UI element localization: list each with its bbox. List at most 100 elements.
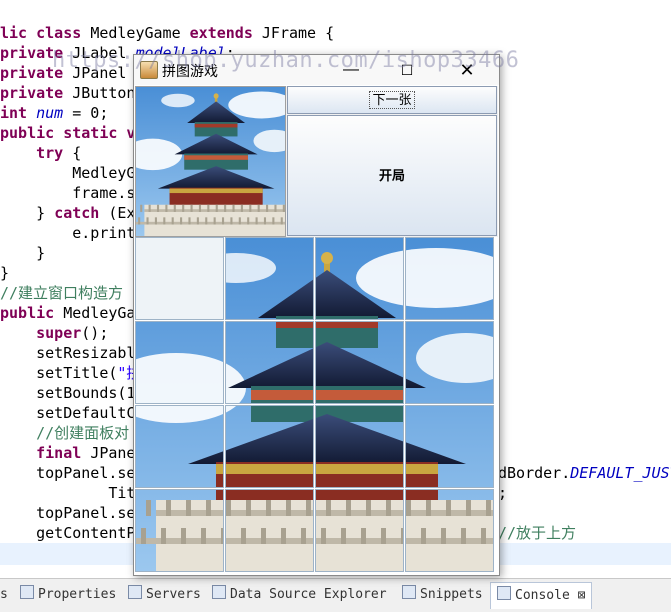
puzzle-tile[interactable] [225, 237, 314, 320]
tile-image [136, 490, 223, 571]
code-line: int num = 0; [0, 103, 108, 123]
code-token: //创建面板对 [0, 424, 130, 442]
maximize-button[interactable]: ☐ [392, 58, 422, 82]
code-line: setDefaultC [0, 403, 135, 423]
code-token: catch [54, 204, 109, 222]
code-token: setResizabl [0, 344, 136, 362]
code-token: topPanel.se [0, 464, 136, 482]
tile-image [406, 406, 493, 487]
puzzle-tile[interactable] [135, 321, 224, 404]
code-line: setBounds(1 [0, 383, 135, 403]
code-line: private JButton [0, 83, 135, 103]
properties-icon [20, 585, 34, 599]
view-tab-label: Console [515, 588, 570, 603]
puzzle-tile[interactable] [225, 321, 314, 404]
code-token: topPanel.se [0, 504, 136, 522]
puzzle-tile[interactable] [315, 405, 404, 488]
next-image-label: 下一张 [369, 91, 415, 109]
code-token: dBorder. [498, 464, 571, 482]
close-tab-icon[interactable]: ⊠ [570, 588, 586, 603]
code-token: lic class [0, 24, 91, 42]
code-line: private JPanel [0, 63, 126, 83]
code-token: DEFAULT_JUST [570, 464, 671, 482]
code-line: } catch (Ex [0, 203, 135, 223]
view-tab-properties[interactable]: Properties [20, 585, 116, 605]
code-token: JFrame { [261, 24, 335, 42]
tile-image [406, 238, 493, 319]
code-line: getContentP [0, 523, 135, 543]
view-tab-label: Properties [38, 587, 117, 602]
code-token: } [0, 244, 46, 262]
minimize-button[interactable]: — [336, 58, 366, 82]
tile-image [406, 322, 493, 403]
code-line: //创建面板对 [0, 423, 129, 443]
tile-image [316, 238, 403, 319]
code-line: } [0, 243, 45, 263]
code-line: lic class MedleyGame extends JFrame { [0, 23, 334, 43]
console-icon [497, 586, 511, 600]
code-token: JButton [72, 84, 136, 102]
code-line: //建立窗口构造方 [0, 283, 123, 303]
code-line: super(); [0, 323, 108, 343]
code-line: } [0, 263, 9, 283]
code-token: setDefaultC [0, 404, 136, 422]
code-token: e.print [0, 224, 136, 242]
window-titlebar[interactable]: 拼图游戏 — ☐ ✕ [134, 55, 499, 85]
puzzle-tile[interactable] [405, 321, 494, 404]
tile-image [226, 238, 313, 319]
code-token: super [0, 324, 82, 342]
puzzle-tile[interactable] [315, 489, 404, 572]
code-line: try { [0, 143, 81, 163]
puzzle-tile[interactable] [135, 489, 224, 572]
medley-game-window[interactable]: 拼图游戏 — ☐ ✕ 下一张 开局 [133, 54, 500, 576]
view-tab-s[interactable]: s [0, 585, 8, 605]
top-panel: 下一张 开局 [135, 86, 498, 237]
view-tab-label: Data Source Explorer [230, 587, 387, 602]
view-tab-snippets[interactable]: Snippets [402, 585, 483, 605]
code-line: final JPane [0, 443, 135, 463]
code-token: setBounds(1 [0, 384, 136, 402]
code-token: MedleyGame [90, 24, 190, 42]
code-line: public MedleyGa [0, 303, 135, 323]
code-token: MedleyG [0, 164, 136, 182]
snippets-icon [402, 585, 416, 599]
view-tab-label: Servers [146, 587, 201, 602]
code-token: num [36, 104, 64, 122]
code-token: private [0, 64, 73, 82]
puzzle-tile[interactable] [135, 405, 224, 488]
puzzle-tile[interactable] [405, 405, 494, 488]
view-tab-label: Snippets [420, 587, 483, 602]
tile-image [136, 406, 223, 487]
code-line-fragment: dBorder.DEFAULT_JUST [498, 463, 671, 483]
puzzle-tile[interactable] [315, 321, 404, 404]
puzzle-tile[interactable] [225, 489, 314, 572]
puzzle-tile[interactable] [405, 237, 494, 320]
code-token: JLabel [72, 44, 136, 62]
tile-image [226, 406, 313, 487]
code-token: private [0, 44, 73, 62]
tile-image [316, 490, 403, 571]
tile-image [226, 490, 313, 571]
puzzle-grid [135, 237, 496, 573]
start-game-button[interactable]: 开局 [287, 115, 497, 236]
tile-image [226, 322, 313, 403]
code-line: Tit [0, 483, 135, 503]
window-title: 拼图游戏 [162, 63, 218, 79]
view-tab-servers[interactable]: Servers [128, 585, 201, 605]
view-tab-data-source-explorer[interactable]: Data Source Explorer [212, 585, 387, 605]
puzzle-tile[interactable] [405, 489, 494, 572]
puzzle-tile[interactable] [315, 237, 404, 320]
code-token: public static v [0, 124, 136, 142]
tile-image [406, 490, 493, 571]
code-token: } [0, 264, 10, 282]
code-line: topPanel.se [0, 463, 135, 483]
puzzle-tile[interactable] [225, 405, 314, 488]
tile-image [316, 322, 403, 403]
next-image-button[interactable]: 下一张 [287, 86, 497, 114]
code-token: setTitle( [0, 364, 118, 382]
code-token: (); [81, 324, 109, 342]
view-tab-console[interactable]: Console ⊠ [490, 582, 593, 609]
code-line: public static v [0, 123, 135, 143]
puzzle-blank-tile[interactable] [135, 237, 224, 320]
close-button[interactable]: ✕ [452, 58, 482, 82]
